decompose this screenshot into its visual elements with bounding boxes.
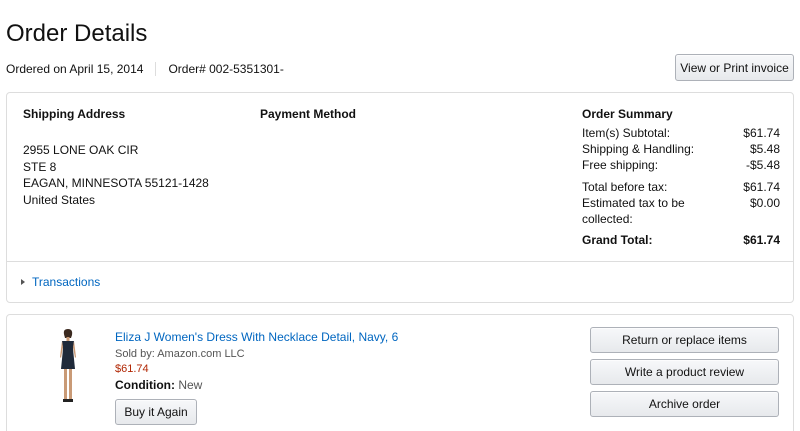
address-line: EAGAN, MINNESOTA 55121-1428 — [23, 176, 209, 190]
condition-label: Condition: — [115, 378, 175, 392]
return-replace-button[interactable]: Return or replace items — [590, 327, 779, 353]
write-review-button[interactable]: Write a product review — [590, 359, 779, 385]
summary-value: $61.74 — [743, 233, 780, 247]
shipping-address: 2955 LONE OAK CIR STE 8 EAGAN, MINNESOTA… — [23, 142, 209, 208]
summary-label: Shipping & Handling: — [582, 142, 695, 156]
shipment-box: Eliza J Women's Dress With Necklace Deta… — [6, 314, 794, 431]
summary-row-tax: Estimated tax to be collected: $0.00 — [582, 195, 780, 227]
item-details: Eliza J Women's Dress With Necklace Deta… — [115, 329, 398, 393]
section-divider — [7, 261, 793, 262]
summary-value: -$5.48 — [745, 158, 780, 172]
item-title-link[interactable]: Eliza J Women's Dress With Necklace Deta… — [115, 329, 398, 345]
address-line: United States — [23, 192, 96, 207]
payment-method-heading: Payment Method — [260, 107, 357, 121]
summary-row-before-tax: Total before tax: $61.74 — [582, 179, 780, 195]
summary-label: Free shipping: — [582, 158, 659, 172]
summary-label: Grand Total: — [582, 233, 653, 247]
archive-order-button[interactable]: Archive order — [590, 391, 779, 417]
address-line: 2955 LONE OAK CIR — [23, 143, 139, 157]
order-date: Ordered on April 15, 2014 — [6, 62, 144, 76]
summary-label: Total before tax: — [582, 180, 668, 194]
order-meta: Ordered on April 15, 2014 Order# 002-535… — [6, 62, 284, 76]
item-price: $61.74 — [115, 363, 149, 375]
condition-value: New — [178, 378, 203, 392]
page-title: Order Details — [6, 20, 148, 47]
transactions-link[interactable]: Transactions — [32, 275, 100, 289]
summary-value: $5.48 — [749, 142, 780, 156]
view-print-invoice-button[interactable]: View or Print invoice — [675, 54, 794, 81]
meta-divider — [155, 62, 157, 76]
buy-it-again-button[interactable]: Buy it Again — [115, 399, 197, 425]
transactions-toggle[interactable]: Transactions — [21, 275, 100, 289]
order-info-box: Shipping Address Payment Method Order Su… — [6, 92, 794, 303]
caret-right-icon — [21, 279, 25, 285]
order-number: Order# 002-5351301- — [168, 62, 284, 76]
summary-value: $61.74 — [743, 126, 780, 140]
summary-row-subtotal: Item(s) Subtotal: $61.74 — [582, 125, 780, 141]
summary-value: $61.74 — [743, 180, 780, 194]
summary-row-shipping: Shipping & Handling: $5.48 — [582, 141, 780, 157]
order-summary: Item(s) Subtotal: $61.74 Shipping & Hand… — [582, 125, 780, 248]
item-seller: Sold by: Amazon.com LLC — [115, 348, 245, 360]
summary-row-grand-total: Grand Total: $61.74 — [582, 232, 780, 248]
summary-label: Item(s) Subtotal: — [582, 126, 671, 140]
item-condition: Condition: New — [115, 377, 398, 393]
address-line: STE 8 — [23, 159, 57, 174]
product-dress-image[interactable] — [51, 327, 85, 407]
summary-label: Estimated tax to be collected: — [582, 196, 685, 226]
shipping-address-heading: Shipping Address — [23, 107, 126, 121]
order-summary-heading: Order Summary — [582, 107, 673, 121]
summary-value: $0.00 — [749, 196, 780, 210]
summary-row-free-shipping: Free shipping: -$5.48 — [582, 157, 780, 173]
